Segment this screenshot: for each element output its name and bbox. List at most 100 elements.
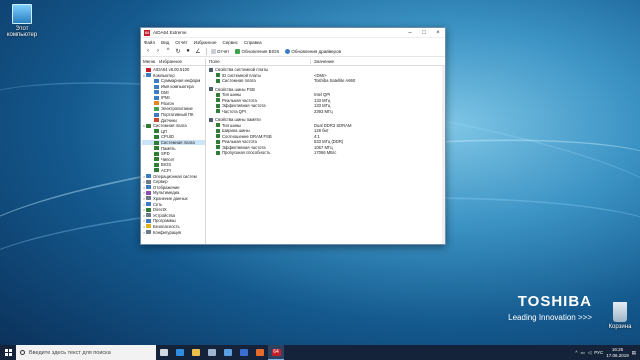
close-button[interactable]: ×	[431, 28, 445, 38]
menu-tools[interactable]: Сервис	[223, 40, 238, 45]
tree-item-label: Сеть	[153, 201, 163, 207]
tree-item-icon	[146, 179, 151, 184]
taskbar-apps: 64	[156, 345, 284, 360]
value-cell: 133 МГц	[314, 97, 331, 103]
tree-item-icon	[154, 146, 159, 151]
field-label: Реальная частота	[222, 97, 257, 103]
tree-item-label: SPD	[161, 151, 170, 157]
aida64-window: 64 AIDA64 Extreme – □ × Файл Вид Отчёт И…	[140, 27, 446, 245]
forward-icon[interactable]: ›	[154, 47, 162, 55]
tree-item-icon	[154, 78, 159, 83]
detail-row[interactable]: Пропускная способность 17066 МБ/с	[206, 150, 445, 156]
minimize-button[interactable]: –	[403, 28, 417, 38]
field-cell: Соотношение DRAM:FSB	[206, 134, 311, 139]
tree-item-label: Мультимедиа	[153, 190, 180, 196]
tree-item-icon	[146, 185, 151, 190]
field-icon	[216, 103, 220, 108]
value-cell: <DMI>	[314, 72, 327, 78]
chevron-up-icon[interactable]: ^	[575, 350, 577, 355]
tree-item-label: Операционная систем	[153, 173, 197, 179]
driver-update-button[interactable]: Обновления драйверов	[285, 48, 341, 54]
tree-item-icon	[154, 151, 159, 156]
menu-help[interactable]: Справка	[244, 40, 262, 45]
taskbar-app-mail[interactable]	[220, 345, 236, 360]
recycle-bin-icon	[613, 302, 627, 322]
tab-menu[interactable]: Меню	[143, 59, 155, 64]
tree-item-icon	[154, 157, 159, 162]
bios-update-button[interactable]: Обновления BIOS	[235, 48, 279, 54]
tree-item-icon	[146, 218, 151, 223]
value-cell: 17066 МБ/с	[314, 150, 337, 156]
section-icon	[209, 87, 213, 92]
taskbar-app-aida64[interactable]: 64	[268, 345, 284, 360]
system-tray: ^ ▭ ◁ РУС 16:25 17.06.2019 ▤	[575, 347, 640, 358]
field-cell: Системная плата	[206, 78, 311, 83]
desktop-icon-recycle-bin[interactable]: Корзина	[600, 302, 640, 330]
taskbar-app-store[interactable]	[204, 345, 220, 360]
clock[interactable]: 16:25 17.06.2019	[606, 347, 629, 358]
network-icon[interactable]: ▭	[580, 350, 584, 356]
tree-item-icon	[146, 207, 151, 212]
tree-item-icon	[154, 134, 159, 139]
chart-icon[interactable]: ∠	[194, 47, 202, 55]
field-icon	[216, 150, 220, 155]
tree-item-label: Системная плата	[161, 140, 195, 146]
value-cell: Intel QPI	[314, 92, 331, 98]
field-cell: Свойства системной платы	[206, 67, 311, 72]
tree-item-label: Компьютер	[153, 72, 175, 78]
taskbar-app-explorer[interactable]	[188, 345, 204, 360]
tree-item-icon	[146, 230, 151, 235]
aida64-icon: 64	[271, 348, 281, 356]
tree-item-icon	[154, 140, 159, 145]
tree-item-icon	[146, 213, 151, 218]
report-button[interactable]: Отчёт	[211, 48, 229, 54]
report-icon	[211, 48, 216, 54]
menu-favorites[interactable]: Избранное	[194, 40, 217, 45]
tree-item-label: Хранение данных	[153, 195, 188, 201]
value-cell: 533 МГц (DDR)	[314, 139, 344, 145]
maximize-button[interactable]: □	[417, 28, 431, 38]
taskbar-app-task-view[interactable]	[156, 345, 172, 360]
column-header-field[interactable]: Поле	[206, 59, 311, 64]
download-icon	[235, 48, 241, 54]
tree-item-icon	[154, 118, 159, 123]
menu-view[interactable]: Вид	[161, 40, 169, 45]
taskbar-app-edge[interactable]	[172, 345, 188, 360]
toolbar-divider	[206, 47, 207, 55]
field-icon	[216, 92, 220, 97]
tree-item[interactable]: > Конфигурация	[142, 229, 205, 235]
refresh-icon[interactable]: ↻	[174, 47, 182, 55]
taskbar-app-media[interactable]	[236, 345, 252, 360]
tree-item-label: DMI	[161, 89, 169, 95]
user-icon[interactable]: ●	[184, 47, 192, 55]
back-icon[interactable]: ‹	[144, 47, 152, 55]
aida64-app-icon: 64	[144, 29, 150, 36]
start-button[interactable]	[0, 345, 16, 360]
desktop-icon-this-pc[interactable]: Этот компьютер	[2, 4, 42, 38]
field-cell: Эффективная частота	[206, 103, 311, 108]
tree-item-icon	[154, 106, 159, 111]
computer-icon	[12, 4, 32, 24]
language-indicator[interactable]: РУС	[594, 350, 603, 355]
field-cell: Свойства шины памяти	[206, 117, 311, 122]
menu-report[interactable]: Отчёт	[175, 40, 187, 45]
media-icon	[240, 349, 248, 356]
menu-file[interactable]: Файл	[144, 40, 155, 45]
tree-item-label: Суммарная информ	[161, 78, 201, 84]
tab-favorites[interactable]: Избранное	[159, 59, 182, 64]
brand-tagline: Leading Innovation >>>	[508, 313, 592, 322]
taskbar-search[interactable]: Введите здесь текст для поиска	[16, 345, 156, 360]
field-label: Свойства шины памяти	[215, 117, 261, 123]
vertical-scrollbar[interactable]	[442, 66, 445, 244]
title-bar[interactable]: 64 AIDA64 Extreme – □ ×	[141, 28, 445, 38]
desktop-icon-label: Корзина	[608, 324, 632, 330]
up-icon[interactable]: ^	[164, 47, 172, 55]
volume-icon[interactable]: ◁	[588, 350, 591, 356]
column-header-value[interactable]: Значение	[311, 59, 334, 64]
field-icon	[216, 123, 220, 128]
taskbar-app-firefox[interactable]	[252, 345, 268, 360]
mouse-cursor	[319, 119, 322, 124]
navigation-pane: Меню Избранное AIDA64 v6.00.5100 v Компьют…	[141, 58, 206, 244]
field-cell: Ширина шины	[206, 128, 311, 133]
notifications-icon[interactable]: ▤	[632, 350, 636, 356]
